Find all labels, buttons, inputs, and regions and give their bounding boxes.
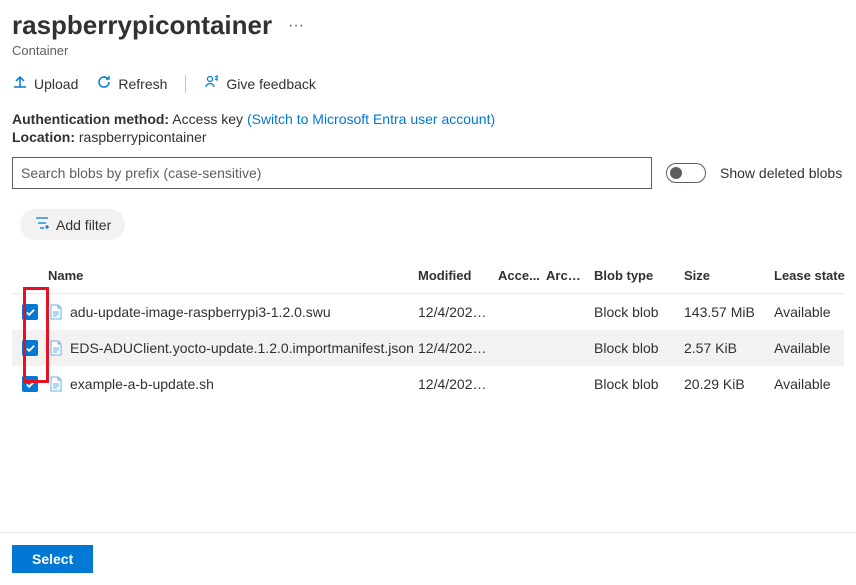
- blob-table: Name Modified Acce... Archi... Blob type…: [12, 258, 844, 402]
- row-checkbox[interactable]: [12, 376, 48, 392]
- table-row[interactable]: EDS-ADUClient.yocto-update.1.2.0.importm…: [12, 330, 844, 366]
- row-checkbox[interactable]: [12, 304, 48, 320]
- search-input[interactable]: [12, 157, 652, 189]
- upload-label: Upload: [34, 76, 78, 92]
- table-row[interactable]: example-a-b-update.sh12/4/2024,... Block …: [12, 366, 844, 402]
- cell-blobtype: Block blob: [594, 304, 684, 320]
- cell-name[interactable]: adu-update-image-raspberrypi3-1.2.0.swu: [48, 304, 418, 320]
- page-subtitle: Container: [12, 43, 844, 58]
- cell-size: 20.29 KiB: [684, 376, 774, 392]
- cell-size: 2.57 KiB: [684, 340, 774, 356]
- show-deleted-toggle[interactable]: [666, 163, 706, 183]
- col-modified[interactable]: Modified: [418, 268, 498, 283]
- footer: Select: [0, 532, 856, 585]
- feedback-label: Give feedback: [226, 76, 316, 92]
- cell-modified: 12/4/2024,...: [418, 376, 498, 392]
- col-access[interactable]: Acce...: [498, 268, 546, 283]
- select-button[interactable]: Select: [12, 545, 93, 573]
- show-deleted-label: Show deleted blobs: [720, 165, 842, 181]
- feedback-button[interactable]: Give feedback: [204, 74, 316, 93]
- cell-size: 143.57 MiB: [684, 304, 774, 320]
- cell-lease: Available: [774, 304, 856, 320]
- cell-name[interactable]: example-a-b-update.sh: [48, 376, 418, 392]
- page-title: raspberrypicontainer: [12, 10, 272, 41]
- upload-button[interactable]: Upload: [12, 74, 78, 93]
- upload-icon: [12, 74, 28, 93]
- refresh-button[interactable]: Refresh: [96, 74, 167, 93]
- refresh-label: Refresh: [118, 76, 167, 92]
- table-row[interactable]: adu-update-image-raspberrypi3-1.2.0.swu1…: [12, 294, 844, 330]
- auth-switch-link[interactable]: (Switch to Microsoft Entra user account): [247, 111, 495, 127]
- more-button[interactable]: ···: [282, 15, 310, 37]
- col-name[interactable]: Name: [48, 268, 418, 283]
- cell-modified: 12/4/2024,...: [418, 340, 498, 356]
- col-size[interactable]: Size: [684, 268, 774, 283]
- cell-blobtype: Block blob: [594, 376, 684, 392]
- toolbar-divider: [185, 75, 186, 93]
- cell-lease: Available: [774, 340, 856, 356]
- auth-value: Access key: [172, 111, 243, 127]
- auth-row: Authentication method: Access key (Switc…: [12, 111, 844, 127]
- cell-modified: 12/4/2024,...: [418, 304, 498, 320]
- cell-blobtype: Block blob: [594, 340, 684, 356]
- table-header: Name Modified Acce... Archi... Blob type…: [12, 258, 844, 294]
- row-checkbox[interactable]: [12, 340, 48, 356]
- col-lease[interactable]: Lease state: [774, 268, 856, 283]
- filter-icon: [34, 215, 50, 234]
- auth-label: Authentication method:: [12, 111, 169, 127]
- col-blobtype[interactable]: Blob type: [594, 268, 684, 283]
- col-archive[interactable]: Archi...: [546, 268, 594, 283]
- add-filter-button[interactable]: Add filter: [20, 209, 125, 240]
- location-row: Location: raspberrypicontainer: [12, 129, 844, 145]
- header: raspberrypicontainer ···: [12, 10, 844, 41]
- feedback-icon: [204, 74, 220, 93]
- refresh-icon: [96, 74, 112, 93]
- cell-lease: Available: [774, 376, 856, 392]
- location-label: Location:: [12, 129, 75, 145]
- toolbar: Upload Refresh Give feedback: [12, 74, 844, 93]
- location-value: raspberrypicontainer: [79, 129, 207, 145]
- search-row: Show deleted blobs: [12, 157, 844, 189]
- add-filter-label: Add filter: [56, 217, 111, 233]
- cell-name[interactable]: EDS-ADUClient.yocto-update.1.2.0.importm…: [48, 340, 418, 356]
